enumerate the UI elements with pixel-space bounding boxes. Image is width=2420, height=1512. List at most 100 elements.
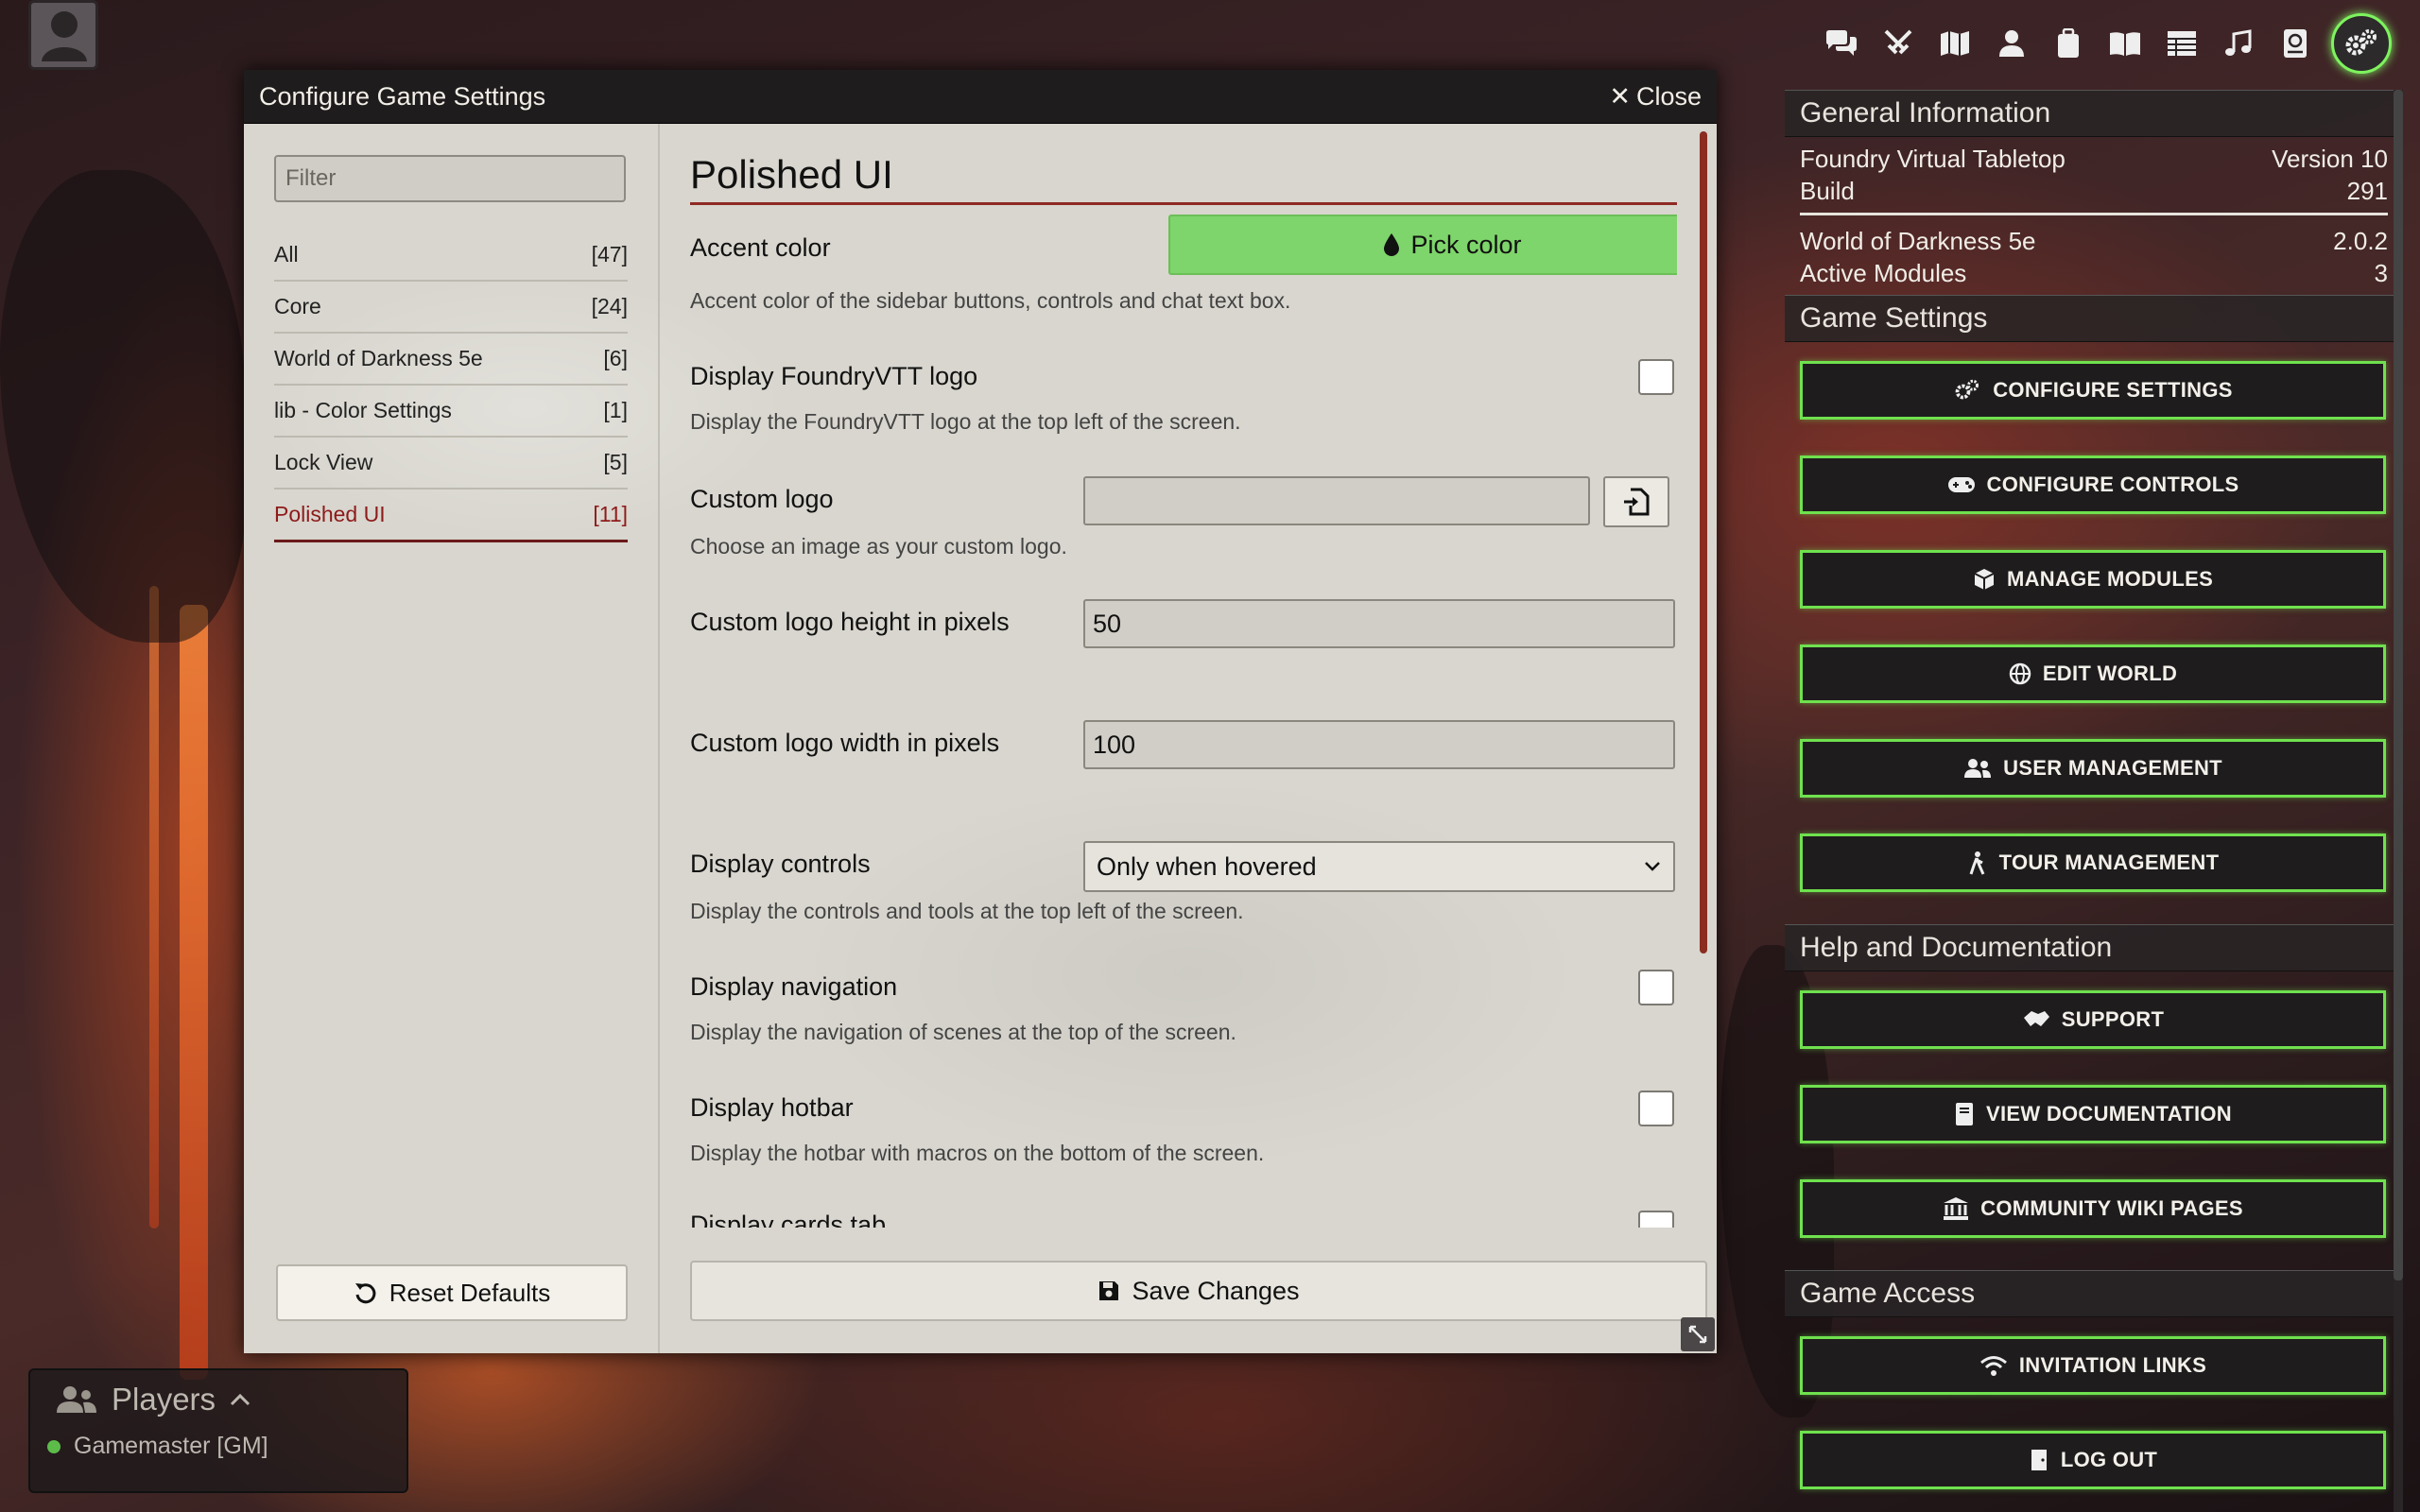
globe-icon [2009,662,2031,685]
file-picker-button[interactable] [1603,476,1669,527]
online-status-dot [47,1439,60,1453]
combat-icon[interactable] [1877,23,1919,64]
category-count: [11] [593,502,628,526]
display-navigation-hint: Display the navigation of scenes at the … [690,1020,1236,1044]
user-icon [42,11,87,61]
accent-color-hint: Accent color of the sidebar buttons, con… [690,288,1291,313]
game-access-heading: Game Access [1785,1270,2403,1317]
category-count: [24] [591,294,628,318]
pick-color-label: Pick color [1410,230,1522,259]
display-logo-hint: Display the FoundryVTT logo at the top l… [690,409,1241,434]
handshake-icon [2023,1011,2049,1026]
sidebar-scrollbar[interactable] [2394,90,2403,1512]
players-panel: Players Gamemaster [GM] [28,1368,408,1493]
hiking-icon [1969,851,1985,875]
info-row: Build 291 [1800,177,2388,205]
display-navigation-label: Display navigation [690,972,898,1001]
display-logo-label: Display FoundryVTT logo [690,362,978,390]
module-title: Polished UI [690,152,1677,205]
settings-dialog: Configure Game Settings ✕ Close All [47] … [244,70,1717,1353]
pick-color-button[interactable]: Pick color [1168,215,1677,275]
chevron-down-icon [1645,862,1660,871]
compendium-icon[interactable] [2274,23,2316,64]
settings-icon[interactable] [2331,13,2392,74]
logo-width-input[interactable]: 100 [1083,720,1675,769]
sidebar-tabs [1821,13,2392,74]
custom-logo-input[interactable] [1083,476,1590,525]
help-heading: Help and Documentation [1785,924,2403,971]
display-controls-select[interactable]: Only when hovered [1083,841,1675,892]
manage-modules-button[interactable]: MANAGE MODULES [1800,550,2386,609]
dialog-title: Configure Game Settings [259,81,546,111]
view-documentation-button[interactable]: VIEW DOCUMENTATION [1800,1085,2386,1143]
general-info-heading: General Information [1785,90,2403,137]
category-count: [1] [603,398,628,422]
display-navigation-checkbox[interactable] [1638,970,1674,1005]
players-header[interactable]: Players [30,1370,406,1429]
log-out-button[interactable]: LOG OUT [1800,1431,2386,1489]
community-wiki-button[interactable]: COMMUNITY WIKI PAGES [1800,1179,2386,1238]
category-count: [47] [591,242,628,266]
reset-defaults-button[interactable]: Reset Defaults [276,1264,628,1321]
info-row: Foundry Virtual Tabletop Version 10 [1800,145,2388,173]
tables-icon[interactable] [2161,23,2203,64]
dialog-header[interactable]: Configure Game Settings ✕ Close [244,70,1717,124]
display-hotbar-checkbox[interactable] [1638,1091,1674,1126]
settings-sidebar: General Information Foundry Virtual Tabl… [1785,90,2403,1512]
save-changes-button[interactable]: Save Changes [690,1261,1707,1321]
reset-label: Reset Defaults [389,1278,551,1307]
support-button[interactable]: SUPPORT [1800,990,2386,1049]
category-all[interactable]: All [47] [274,230,628,282]
cube-icon [1974,569,1995,590]
close-button[interactable]: ✕ Close [1609,82,1702,112]
file-import-icon [1624,488,1650,516]
user-avatar[interactable] [28,0,98,70]
scenes-icon[interactable] [1934,23,1976,64]
playlists-icon[interactable] [2218,23,2259,64]
display-controls-hint: Display the controls and tools at the to… [690,899,1244,923]
category-lock-view[interactable]: Lock View [5] [274,438,628,490]
custom-logo-hint: Choose an image as your custom logo. [690,534,1067,558]
players-heading: Players [112,1382,216,1417]
content-scrollbar[interactable] [1700,131,1707,954]
chat-icon[interactable] [1821,23,1862,64]
player-item[interactable]: Gamemaster [GM] [30,1433,406,1460]
close-icon: ✕ [1609,81,1631,111]
resize-handle[interactable] [1681,1317,1715,1351]
info-row: World of Darkness 5e 2.0.2 [1800,227,2388,255]
general-info: Foundry Virtual Tabletop Version 10 Build… [1785,137,2403,295]
logo-height-input[interactable]: 50 [1083,599,1675,648]
tour-management-button[interactable]: TOUR MANAGEMENT [1800,833,2386,892]
category-count: [5] [603,450,628,474]
actors-icon[interactable] [1991,23,2032,64]
logo-width-label: Custom logo width in pixels [690,729,1000,757]
category-core[interactable]: Core [24] [274,282,628,334]
display-hotbar-hint: Display the hotbar with macros on the bo… [690,1141,1265,1165]
settings-scroll-area[interactable]: Polished UI Accent color Pick color Acce… [690,124,1677,1228]
filter-input[interactable] [274,155,626,202]
category-world-of-darkness[interactable]: World of Darkness 5e [6] [274,334,628,386]
rock-silhouette [0,170,246,643]
display-logo-checkbox[interactable] [1638,359,1674,395]
category-lib-color-settings[interactable]: lib - Color Settings [1] [274,386,628,438]
chevron-up-icon[interactable] [229,1392,251,1407]
category-label: lib - Color Settings [274,398,452,422]
display-cards-label: Display cards tab [690,1211,887,1228]
category-label: World of Darkness 5e [274,346,483,370]
display-cards-checkbox[interactable] [1638,1211,1674,1228]
configure-controls-button[interactable]: CONFIGURE CONTROLS [1800,455,2386,514]
player-name: Gamemaster [GM] [74,1433,268,1459]
items-icon[interactable] [2048,23,2089,64]
users-icon [57,1386,96,1413]
edit-world-button[interactable]: EDIT WORLD [1800,644,2386,703]
user-management-button[interactable]: USER MANAGEMENT [1800,739,2386,798]
gears-icon [1955,379,1979,400]
category-polished-ui[interactable]: Polished UI [11] [274,490,628,542]
journal-icon[interactable] [2104,23,2146,64]
info-row: Active Modules 3 [1800,259,2388,287]
category-label: All [274,242,299,266]
invitation-links-button[interactable]: INVITATION LINKS [1800,1336,2386,1395]
landmark-icon [1944,1197,1969,1220]
configure-settings-button[interactable]: CONFIGURE SETTINGS [1800,361,2386,420]
droplet-icon [1384,233,1400,256]
